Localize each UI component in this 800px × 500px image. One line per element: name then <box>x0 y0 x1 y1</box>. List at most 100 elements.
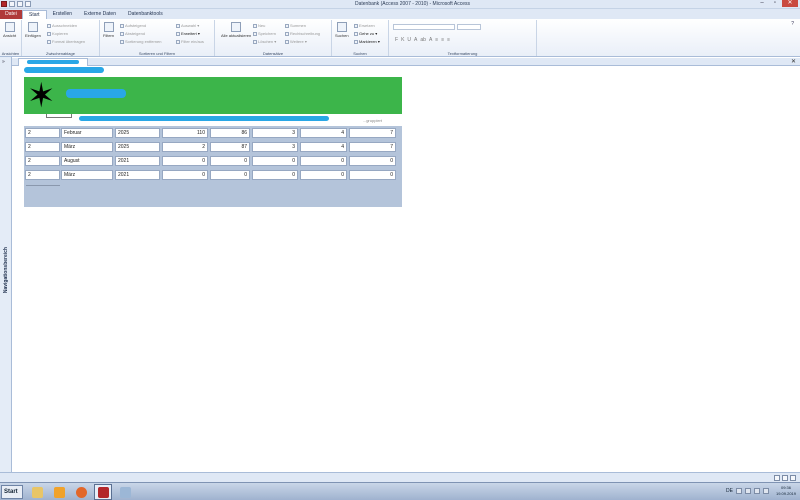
tab-datenbanktools[interactable]: Datenbanktools <box>122 10 169 19</box>
find-button[interactable]: Suchen <box>335 22 349 38</box>
sort-ascending-button[interactable]: Aufsteigend <box>120 23 146 28</box>
sort-descending-button[interactable]: Absteigend <box>120 31 145 36</box>
bold-button[interactable]: F <box>395 37 398 43</box>
more-button[interactable]: Weitere ▾ <box>285 39 307 44</box>
field-value-5[interactable]: 0 <box>349 170 396 180</box>
field-id[interactable]: 2 <box>25 156 60 166</box>
tab-start[interactable]: Start <box>22 10 47 19</box>
field-year[interactable]: 2021 <box>115 156 160 166</box>
undo-icon[interactable] <box>17 1 23 7</box>
field-value-2[interactable]: 0 <box>210 156 250 166</box>
font-color-button[interactable]: A <box>414 37 417 43</box>
advanced-button[interactable]: Erweitert ▾ <box>176 31 200 36</box>
new-record-button[interactable]: Neu <box>253 23 265 28</box>
language-indicator[interactable]: DE <box>726 488 733 494</box>
field-value-5[interactable]: 0 <box>349 156 396 166</box>
goto-button[interactable]: Gehe zu ▾ <box>354 31 377 36</box>
tab-datei[interactable]: Datei <box>0 10 22 19</box>
align-center-icon[interactable]: ≡ <box>441 37 444 43</box>
help-icon[interactable]: ? <box>791 21 794 27</box>
field-value-1[interactable]: 110 <box>162 128 208 138</box>
font-size-select[interactable] <box>457 24 481 30</box>
volume-icon[interactable] <box>762 488 769 494</box>
outlook-taskbar-button[interactable] <box>50 484 68 500</box>
field-value-3[interactable]: 0 <box>252 156 298 166</box>
delete-record-button[interactable]: Löschen ▾ <box>253 39 276 44</box>
access-app-icon[interactable] <box>1 1 7 7</box>
close-document-icon[interactable]: ✕ <box>791 58 796 65</box>
field-value-1[interactable]: 0 <box>162 170 208 180</box>
field-value-3[interactable]: 3 <box>252 142 298 152</box>
field-month[interactable]: März <box>61 142 113 152</box>
field-year[interactable]: 2025 <box>115 128 160 138</box>
view-button[interactable]: Ansicht <box>3 22 16 38</box>
delete-icon <box>253 39 257 44</box>
underline-button[interactable]: U <box>407 37 411 43</box>
tray-icon-3[interactable] <box>753 488 760 494</box>
document-tab[interactable] <box>18 58 88 66</box>
copy-button[interactable]: Kopieren <box>47 31 68 36</box>
redo-icon[interactable] <box>25 1 31 7</box>
remove-sort-button[interactable]: Sortierung entfernen <box>120 39 161 44</box>
field-value-2[interactable]: 0 <box>210 170 250 180</box>
design-view-icon[interactable] <box>790 475 796 481</box>
field-value-2[interactable]: 87 <box>210 142 250 152</box>
field-value-4[interactable]: 0 <box>300 170 347 180</box>
close-icon[interactable]: ✕ <box>782 0 798 7</box>
background-color-button[interactable]: A <box>429 37 432 43</box>
cut-button[interactable]: Ausschneiden <box>47 23 77 28</box>
explorer-taskbar-button[interactable] <box>28 484 46 500</box>
selection-button[interactable]: Auswahl ▾ <box>176 23 199 28</box>
align-left-icon[interactable]: ≡ <box>435 37 438 43</box>
spelling-button[interactable]: Rechtschreibung <box>285 31 320 36</box>
redacted-header-text <box>79 116 329 121</box>
filter-button[interactable]: Filtern <box>103 22 114 38</box>
field-year[interactable]: 2021 <box>115 170 160 180</box>
select-button[interactable]: Markieren ▾ <box>354 39 380 44</box>
firefox-taskbar-button[interactable] <box>72 484 90 500</box>
field-value-4[interactable]: 0 <box>300 156 347 166</box>
totals-button[interactable]: Summen <box>285 23 306 28</box>
tool-taskbar-button[interactable] <box>116 484 134 500</box>
format-painter-button[interactable]: Format übertragen <box>47 39 85 44</box>
field-value-5[interactable]: 7 <box>349 142 396 152</box>
layout-view-icon[interactable] <box>782 475 788 481</box>
highlight-button[interactable]: ab <box>420 37 426 43</box>
font-name-select[interactable] <box>393 24 455 30</box>
start-button[interactable]: Start <box>1 485 23 499</box>
form-view-icon[interactable] <box>774 475 780 481</box>
field-value-1[interactable]: 0 <box>162 156 208 166</box>
clock[interactable]: 09:36 19.09.2019 <box>776 485 796 497</box>
italic-button[interactable]: K <box>401 37 404 43</box>
tab-externe-daten[interactable]: Externe Daten <box>78 10 122 19</box>
field-value-3[interactable]: 3 <box>252 128 298 138</box>
field-value-4[interactable]: 4 <box>300 128 347 138</box>
field-month[interactable]: Februar <box>61 128 113 138</box>
save-record-button[interactable]: Speichern <box>253 31 276 36</box>
field-value-5[interactable]: 7 <box>349 128 396 138</box>
field-value-2[interactable]: 86 <box>210 128 250 138</box>
minimize-icon[interactable]: – <box>756 0 768 7</box>
align-right-icon[interactable]: ≡ <box>447 37 450 43</box>
field-value-3[interactable]: 0 <box>252 170 298 180</box>
field-month[interactable]: März <box>61 170 113 180</box>
field-year[interactable]: 2025 <box>115 142 160 152</box>
refresh-all-button[interactable]: Alle aktualisieren <box>221 22 251 38</box>
field-id[interactable]: 2 <box>25 128 60 138</box>
field-id[interactable]: 2 <box>25 170 60 180</box>
paste-button[interactable]: Einfügen <box>25 22 41 38</box>
navigation-pane[interactable]: » Navigationsbereich <box>0 57 12 482</box>
field-id[interactable]: 2 <box>25 142 60 152</box>
tab-erstellen[interactable]: Erstellen <box>47 10 78 19</box>
field-value-1[interactable]: 2 <box>162 142 208 152</box>
field-value-4[interactable]: 4 <box>300 142 347 152</box>
maximize-icon[interactable]: ▫ <box>769 0 781 7</box>
toggle-filter-button[interactable]: Filter ein/aus <box>176 39 204 44</box>
tray-icon-2[interactable] <box>744 488 751 494</box>
replace-button[interactable]: Ersetzen <box>354 23 375 28</box>
field-month[interactable]: August <box>61 156 113 166</box>
access-taskbar-button[interactable] <box>94 484 112 500</box>
save-icon[interactable] <box>9 1 15 7</box>
nav-expand-icon[interactable]: » <box>2 59 5 65</box>
tray-icon-1[interactable] <box>735 488 742 494</box>
